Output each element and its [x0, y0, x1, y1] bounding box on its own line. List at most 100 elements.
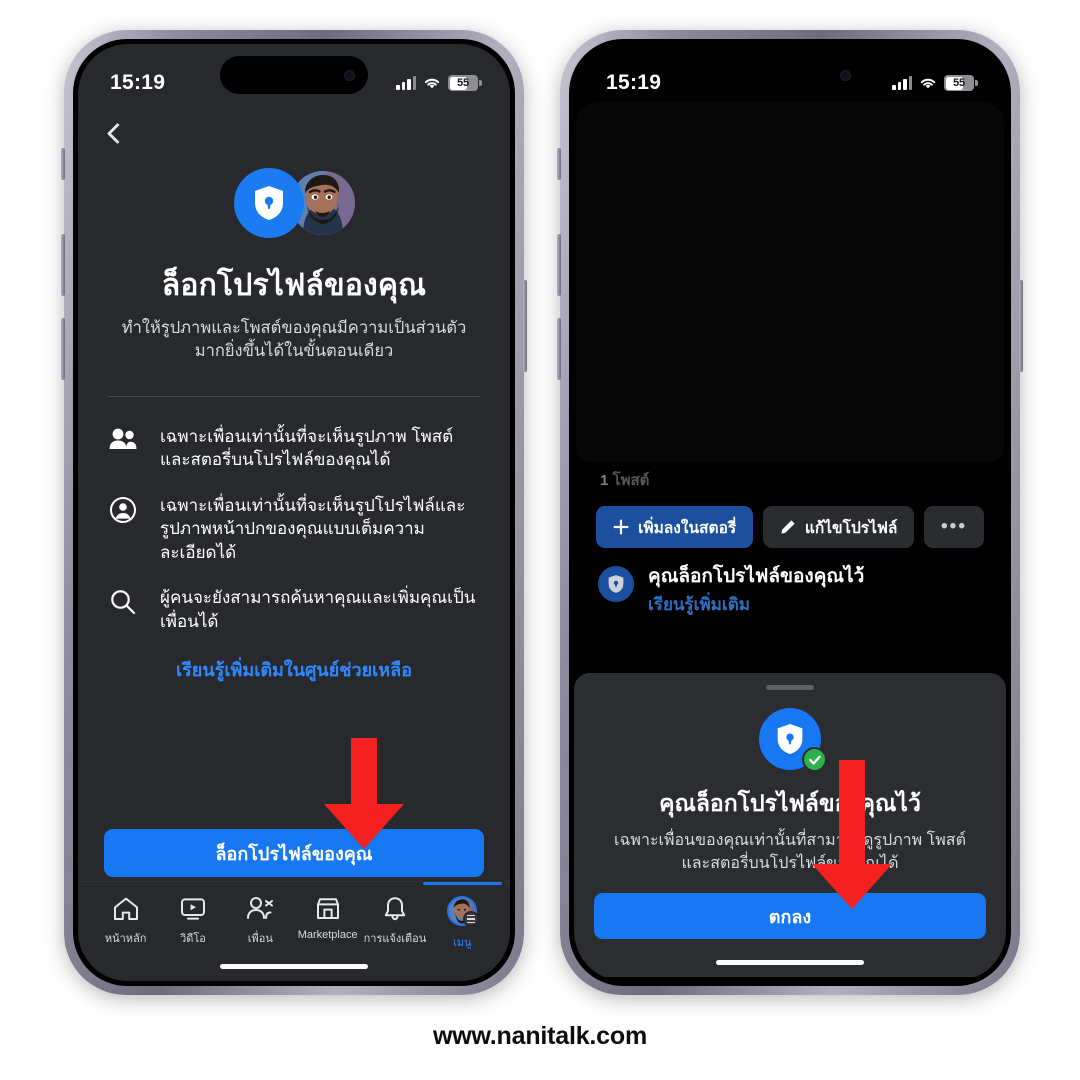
tab-label: การแจ้งเตือน: [363, 933, 427, 945]
edit-profile-button[interactable]: แก้ไขโปรไฟล์: [763, 506, 914, 548]
shield-lock-icon: [233, 168, 304, 238]
cta-container: ล็อกโปรไฟล์ของคุณ: [78, 829, 510, 877]
list-item-label: ผู้คนจะยังสามารถค้นหาคุณและเพิ่มคุณเป็นเ…: [160, 588, 476, 631]
locked-profile-notice[interactable]: คุณล็อกโปรไฟล์ของคุณไว้ เรียนรู้เพิ่มเติ…: [574, 548, 1006, 618]
page-title: ล็อกโปรไฟล์ของคุณ: [161, 269, 427, 302]
sheet-title: คุณล็อกโปรไฟล์ของคุณไว้: [659, 790, 921, 816]
list-item: เฉพาะเพื่อนเท่านั้นที่จะเห็นรูปโปรไฟล์แล…: [108, 494, 480, 564]
home-indicator[interactable]: [220, 964, 368, 969]
add-to-story-label: เพิ่มลงในสตอรี่: [638, 519, 737, 537]
phone-left: 15:19 55 ล็อกโปรไฟล์ของคุณ ทำให้รูปภาพแล…: [61, 30, 527, 995]
sheet-grabber[interactable]: [766, 685, 814, 690]
search-icon: [108, 586, 138, 615]
volume-up-button[interactable]: [61, 234, 65, 296]
help-center-link[interactable]: เรียนรู้เพิ่มเติมในศูนย์ช่วยเหลือ: [108, 655, 480, 684]
dynamic-island: [716, 56, 864, 94]
sheet-icon-container: [594, 708, 986, 772]
menu-avatar-icon: [447, 896, 480, 927]
cellular-signal-icon: [396, 76, 416, 90]
shield-lock-icon: [598, 566, 634, 602]
tab-label: Marketplace: [297, 929, 358, 941]
hero-illustration: [78, 168, 510, 238]
edit-profile-label: แก้ไขโปรไฟล์: [804, 519, 898, 537]
home-indicator[interactable]: [716, 960, 864, 965]
power-button[interactable]: [1019, 280, 1023, 372]
status-bar: 15:19 55: [78, 44, 510, 106]
benefits-list: เฉพาะเพื่อนเท่านั้นที่จะเห็นรูปภาพ โพสต์…: [78, 397, 510, 684]
screenshot-stage: 15:19 55 ล็อกโปรไฟล์ของคุณ ทำให้รูปภาพแล…: [0, 0, 1080, 1080]
nav-bar: [78, 106, 510, 160]
tab-label: เพื่อน: [247, 933, 273, 945]
page-subtitle: ทำให้รูปภาพและโพสต์ของคุณมีความเป็นส่วนต…: [121, 319, 467, 361]
mute-switch[interactable]: [557, 148, 561, 180]
posts-count: 1 โพสต์: [574, 462, 1006, 492]
screen-right: 15:19 55 1 โพสต์ เพิ่มลงในสตอรี่ แก้ไขโป…: [574, 44, 1006, 981]
tab-menu[interactable]: เมนู: [422, 882, 502, 951]
power-button[interactable]: [523, 280, 527, 372]
screen-left: 15:19 55 ล็อกโปรไฟล์ของคุณ ทำให้รูปภาพแล…: [78, 44, 510, 981]
bell-icon: [384, 897, 406, 921]
account-circle-icon: [108, 494, 138, 523]
status-indicators: 55: [396, 75, 482, 91]
people-icon: [108, 425, 138, 450]
ellipsis-icon: •••: [941, 516, 967, 537]
profile-cover-photo[interactable]: [576, 102, 1004, 462]
volume-down-button[interactable]: [61, 318, 65, 380]
profile-action-row: เพิ่มลงในสตอรี่ แก้ไขโปรไฟล์ •••: [574, 492, 1006, 548]
status-bar: 15:19 55: [574, 44, 1006, 106]
marketplace-icon: [316, 898, 339, 919]
profile-screen: 1 โพสต์ เพิ่มลงในสตอรี่ แก้ไขโปรไฟล์ •••…: [574, 102, 1006, 977]
battery-percent: 55: [953, 77, 965, 89]
lock-profile-screen: ล็อกโปรไฟล์ของคุณ ทำให้รูปภาพและโพสต์ของ…: [78, 106, 510, 981]
tab-label: เมนู: [453, 937, 472, 949]
tab-notifications[interactable]: การแจ้งเตือน: [361, 896, 428, 947]
tab-marketplace[interactable]: Marketplace: [294, 896, 361, 941]
wifi-icon: [423, 76, 441, 90]
status-indicators: 55: [892, 75, 978, 91]
list-item: ผู้คนจะยังสามารถค้นหาคุณและเพิ่มคุณเป็นเ…: [108, 586, 480, 633]
plus-icon: [613, 519, 629, 535]
home-icon: [113, 897, 138, 920]
battery-icon: 55: [448, 75, 482, 91]
list-item-label: เฉพาะเพื่อนเท่านั้นที่จะเห็นรูปโปรไฟล์แล…: [160, 495, 466, 562]
dynamic-island: [220, 56, 368, 94]
wifi-icon: [919, 76, 937, 90]
friends-icon: [247, 897, 274, 919]
active-tab-indicator: [422, 882, 502, 885]
tab-video[interactable]: วิดีโอ: [159, 896, 226, 947]
front-camera-icon: [840, 69, 851, 81]
posts-count-label: โพสต์: [612, 472, 650, 489]
volume-up-button[interactable]: [557, 234, 561, 296]
list-item-label: เฉพาะเพื่อนเท่านั้นที่จะเห็นรูปภาพ โพสต์…: [160, 426, 454, 470]
tab-label: หน้าหลัก: [104, 933, 147, 945]
volume-down-button[interactable]: [557, 318, 561, 380]
watermark: www.nanitalk.com: [433, 1022, 647, 1050]
video-icon: [180, 898, 205, 920]
more-options-button[interactable]: •••: [924, 506, 984, 548]
arrow-to-lock-profile-button: [324, 738, 404, 849]
lock-profile-button[interactable]: ล็อกโปรไฟล์ของคุณ: [104, 829, 484, 877]
front-camera-icon: [344, 69, 355, 81]
cellular-signal-icon: [892, 76, 912, 90]
confirmation-bottom-sheet: คุณล็อกโปรไฟล์ของคุณไว้ เฉพาะเพื่อนของคุ…: [574, 673, 1006, 977]
chevron-left-icon: [106, 122, 128, 144]
tab-home[interactable]: หน้าหลัก: [92, 896, 159, 947]
confirm-button[interactable]: ตกลง: [594, 893, 986, 940]
status-time: 15:19: [606, 71, 662, 94]
phone-bezel: 15:19: [569, 39, 1011, 986]
mute-switch[interactable]: [61, 148, 65, 180]
pencil-icon: [781, 520, 795, 534]
sheet-subtitle: เฉพาะเพื่อนของคุณเท่านั้นที่สามารถดูรูปภ…: [614, 832, 966, 872]
status-time: 15:19: [110, 71, 166, 94]
list-item: เฉพาะเพื่อนเท่านั้นที่จะเห็นรูปภาพ โพสต์…: [108, 425, 480, 472]
phone-right: 15:19 55 1 โพสต์ เพิ่มลงในสตอรี่ แก้ไขโป…: [557, 30, 1023, 995]
battery-percent: 55: [457, 77, 469, 89]
tab-friends[interactable]: เพื่อน: [227, 896, 294, 947]
tab-label: วิดีโอ: [180, 933, 206, 945]
battery-icon: 55: [944, 75, 978, 91]
locked-profile-title: คุณล็อกโปรไฟล์ของคุณไว้: [648, 566, 865, 587]
back-button[interactable]: [104, 120, 130, 146]
learn-more-link[interactable]: เรียนรู้เพิ่มเติม: [648, 591, 864, 618]
phone-bezel: 15:19: [73, 39, 515, 986]
add-to-story-button[interactable]: เพิ่มลงในสตอรี่: [596, 506, 754, 548]
